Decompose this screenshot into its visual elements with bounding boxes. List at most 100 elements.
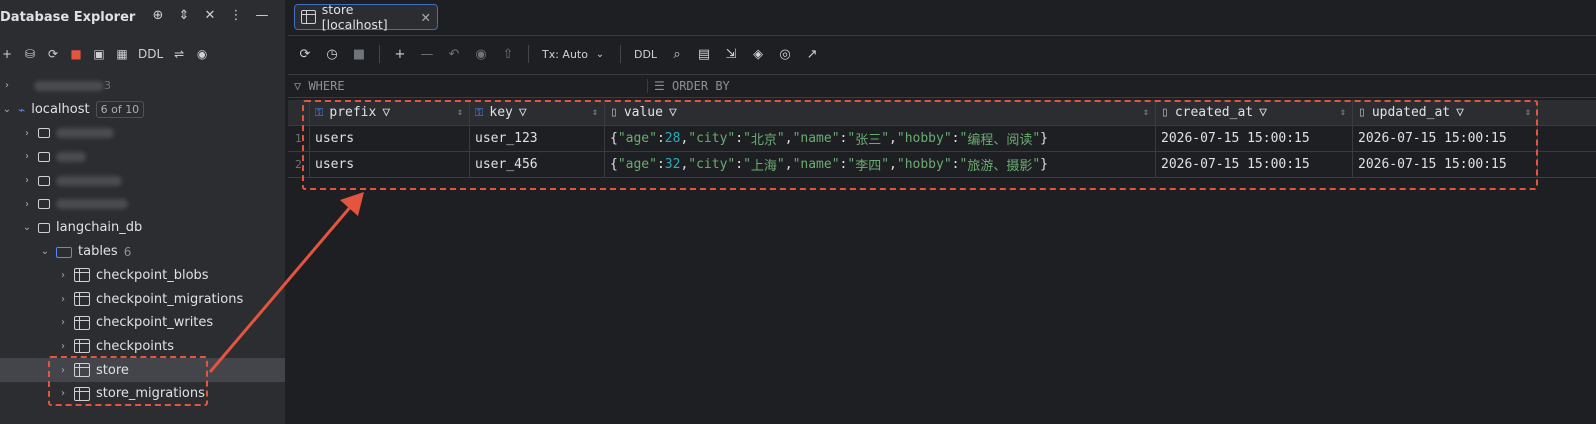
table-label: store_migrations (96, 386, 205, 402)
chevron-right-icon[interactable]: › (56, 341, 70, 352)
column-header-value[interactable]: ▯ value ▽ ⇕ (605, 100, 1156, 125)
tree-row-localhost[interactable]: ⌄ ⌁ localhost 6 of 10 (0, 98, 285, 122)
chevron-right-icon[interactable]: › (20, 151, 34, 162)
column-label: created_at (1174, 105, 1254, 120)
minimize-icon[interactable]: — (254, 8, 270, 24)
globe-icon[interactable]: ◎ (778, 47, 792, 62)
sort-icon[interactable]: ⇕ (592, 107, 598, 118)
add-row-icon[interactable]: + (393, 47, 407, 62)
ddl-button[interactable]: DDL (634, 48, 657, 61)
cell-created-at[interactable]: 2026-07-15 15:00:15 (1156, 126, 1353, 151)
cell-prefix[interactable]: users (310, 126, 470, 151)
tab-store[interactable]: store [localhost] ✕ (294, 2, 438, 32)
chevron-right-icon[interactable]: › (56, 270, 70, 281)
preview-icon[interactable]: ◉ (474, 47, 488, 62)
sort-icon[interactable]: ⇕ (1143, 107, 1149, 118)
chevron-down-icon[interactable]: ⌄ (593, 49, 607, 60)
tree-row-table[interactable]: › checkpoint_blobs (0, 264, 285, 288)
cell-value[interactable]: {"age": 32, "city": " 上海 ", "name": " 李四 ", … (605, 152, 1156, 177)
column-header-created-at[interactable]: ▯ created_at ▽ ⇕ (1156, 100, 1353, 125)
data-grid: ⚿ prefix ▽ ⇕ ⚿ key ▽ ⇕ ▯ value ▽ ⇕ ▯ created_at ▽ ⇕ … (288, 100, 1596, 180)
chevron-right-icon[interactable]: › (56, 317, 70, 328)
add-icon[interactable]: + (0, 47, 14, 61)
close-icon[interactable]: ✕ (421, 10, 431, 25)
jump-icon[interactable]: ⇌ (172, 47, 186, 61)
search-icon[interactable]: ⌕ (670, 47, 684, 62)
eye-icon[interactable]: ◉ (195, 47, 209, 61)
cell-updated-at[interactable]: 2026-07-15 15:00:15 (1353, 126, 1538, 151)
filter-icon[interactable]: ▽ (382, 105, 390, 120)
table-icon[interactable]: ▦ (115, 47, 129, 61)
table-row[interactable]: 1 users user_123 {"age": 28, "city": " 北京… (288, 126, 1596, 152)
tree-row-langchain-db[interactable]: ⌄ langchain_db (0, 216, 285, 240)
chevron-right-icon[interactable]: › (0, 80, 14, 91)
tree-row-table[interactable]: › store_migrations (0, 382, 285, 406)
crosshair-icon[interactable]: ⊕ (150, 8, 166, 24)
filter-icon[interactable]: ▽ (519, 105, 527, 120)
json-quote: " (743, 157, 751, 172)
cell-key[interactable]: user_123 (470, 126, 605, 151)
column-label: prefix (329, 105, 377, 120)
tree-row-hidden-source[interactable]: › 3 (0, 74, 285, 98)
folder-icon (56, 246, 72, 258)
revert-icon[interactable]: ↶ (447, 47, 461, 62)
stop-icon[interactable]: ■ (352, 47, 366, 62)
chevron-right-icon[interactable]: › (56, 365, 70, 376)
cell-created-at[interactable]: 2026-07-15 15:00:15 (1156, 152, 1353, 177)
paint-icon[interactable]: ◈ (751, 47, 765, 62)
order-by-filter[interactable]: ☰ ORDER BY (648, 79, 730, 93)
chevron-down-icon[interactable]: ⌄ (38, 246, 52, 257)
cell-value[interactable]: {"age": 28, "city": " 北京 ", "name": " 张三 ", … (605, 126, 1156, 151)
chevron-right-icon[interactable]: › (20, 128, 34, 139)
console-icon[interactable]: ▣ (92, 47, 106, 61)
cell-prefix[interactable]: users (310, 152, 470, 177)
tree-row-schema[interactable]: › (0, 121, 285, 145)
ddl-button[interactable]: DDL (138, 47, 163, 61)
key-icon: ⚿ (315, 105, 324, 119)
tree-row-table[interactable]: › checkpoint_migrations (0, 287, 285, 311)
column-header-prefix[interactable]: ⚿ prefix ▽ ⇕ (310, 100, 470, 125)
tree-row-table[interactable]: › checkpoints (0, 335, 285, 359)
cell-updated-at[interactable]: 2026-07-15 15:00:15 (1353, 152, 1538, 177)
more-options-icon[interactable]: ⋮ (228, 8, 244, 24)
export-icon[interactable]: ⇲ (724, 47, 738, 62)
chevron-down-icon[interactable]: ⌄ (0, 104, 14, 115)
chevron-right-icon[interactable]: › (56, 388, 70, 399)
compare-icon[interactable]: ▤ (697, 47, 711, 62)
history-icon[interactable]: ◷ (325, 47, 339, 62)
datasource-icon[interactable]: ⛁ (23, 47, 37, 61)
chevron-right-icon[interactable]: › (20, 175, 34, 186)
table-row[interactable]: 2 users user_456 {"age": 32, "city": " 上海… (288, 152, 1596, 178)
chevron-down-icon[interactable]: ⌄ (20, 222, 34, 233)
tree-row-table-selected[interactable]: › store (0, 358, 285, 382)
stop-icon[interactable]: ■ (69, 47, 83, 61)
refresh-icon[interactable]: ⟳ (298, 47, 312, 62)
sort-icon[interactable]: ⇕ (457, 107, 463, 118)
filter-bar: ▽ WHERE ☰ ORDER BY (288, 74, 1596, 98)
cell-key[interactable]: user_456 (470, 152, 605, 177)
collapse-all-icon[interactable]: ✕ (202, 8, 218, 24)
tx-mode-dropdown[interactable]: Tx: Auto (542, 48, 588, 61)
expand-collapse-icon[interactable]: ⇕ (176, 8, 192, 24)
tree-row-tables[interactable]: ⌄ tables 6 (0, 240, 285, 264)
submit-icon[interactable]: ⇧ (501, 47, 515, 62)
chart-icon[interactable]: ↗ (805, 47, 819, 62)
chevron-right-icon[interactable]: › (56, 294, 70, 305)
delete-row-icon[interactable]: — (420, 47, 434, 62)
column-header-key[interactable]: ⚿ key ▽ ⇕ (470, 100, 605, 125)
table-label: checkpoint_blobs (96, 267, 209, 283)
json-text: , (784, 131, 793, 146)
tree-row-schema[interactable]: › (0, 145, 285, 169)
tree-row-schema[interactable]: › (0, 169, 285, 193)
sort-icon[interactable]: ⇕ (1340, 107, 1346, 118)
tree-row-schema[interactable]: › (0, 192, 285, 216)
filter-icon[interactable]: ▽ (1456, 105, 1464, 120)
sort-icon[interactable]: ⇕ (1525, 107, 1531, 118)
refresh-icon[interactable]: ⟳ (46, 47, 60, 61)
filter-icon[interactable]: ▽ (1259, 105, 1267, 120)
where-filter[interactable]: ▽ WHERE (288, 79, 648, 93)
column-header-updated-at[interactable]: ▯ updated_at ▽ ⇕ (1353, 100, 1538, 125)
chevron-right-icon[interactable]: › (20, 199, 34, 210)
filter-icon[interactable]: ▽ (669, 105, 677, 120)
tree-row-table[interactable]: › checkpoint_writes (0, 311, 285, 335)
